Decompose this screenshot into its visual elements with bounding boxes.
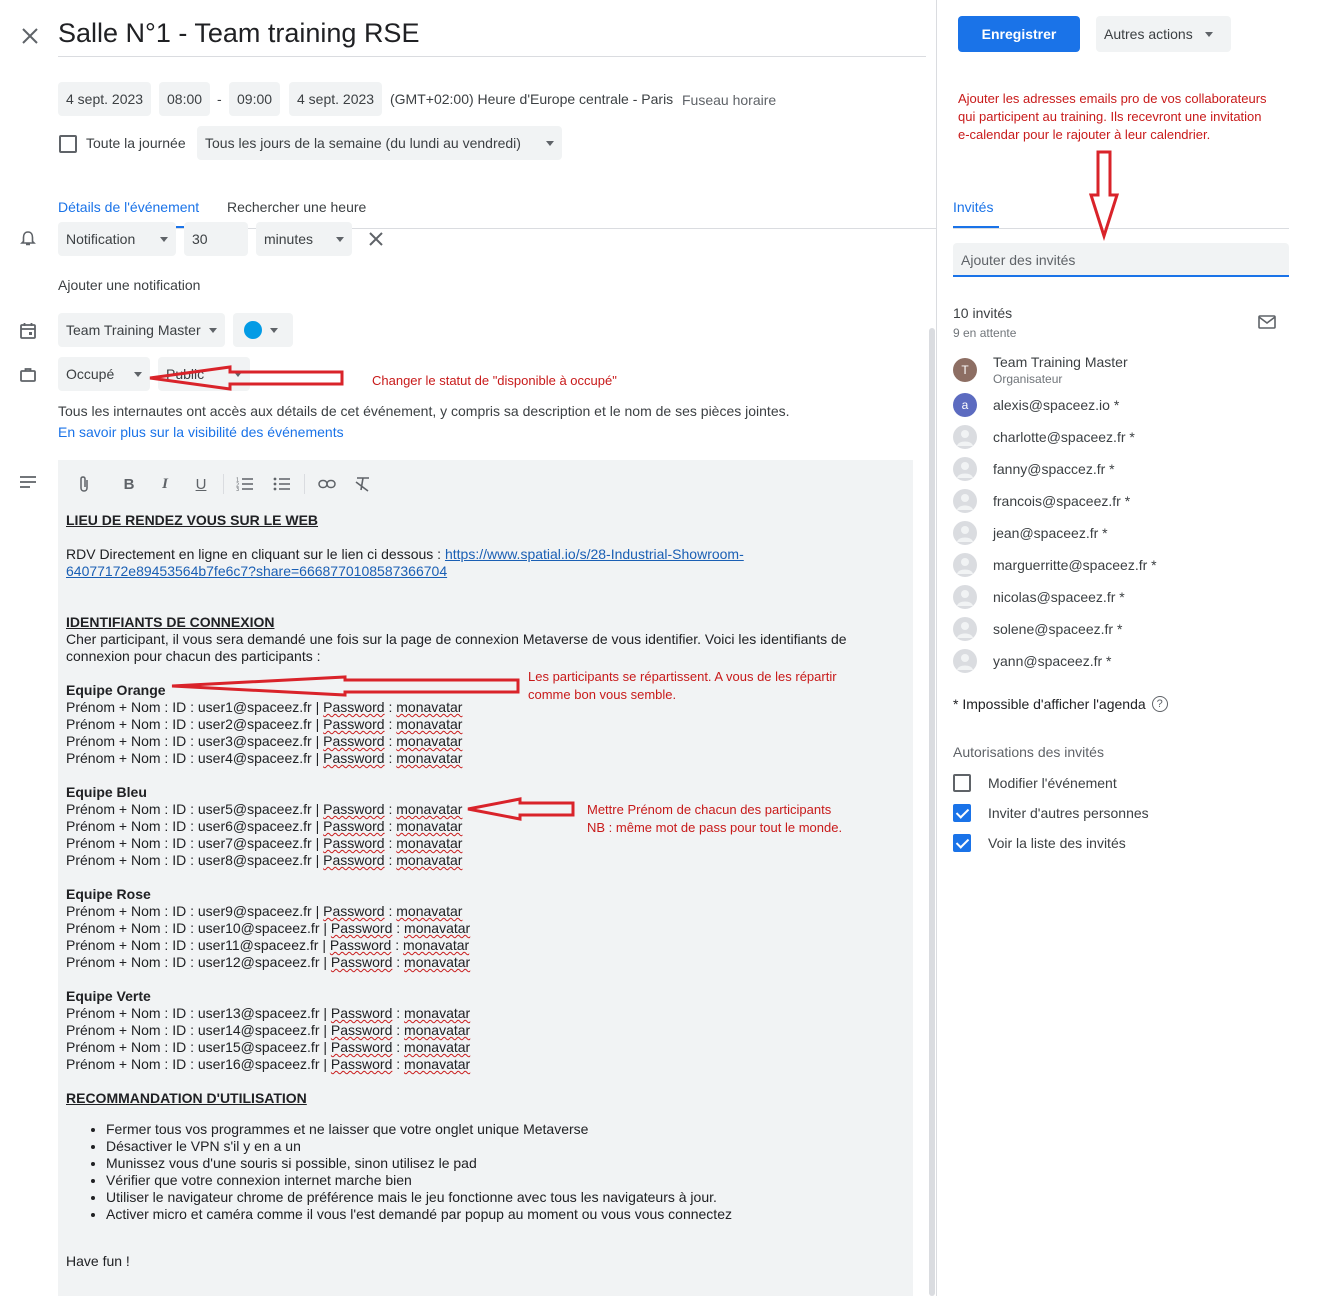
down-arrow-icon: [1088, 150, 1120, 241]
left-arrow-icon: [467, 797, 575, 821]
annotation-arrows: [149, 150, 1120, 821]
left-arrow-icon: [171, 675, 520, 697]
left-arrow-icon: [149, 365, 344, 391]
